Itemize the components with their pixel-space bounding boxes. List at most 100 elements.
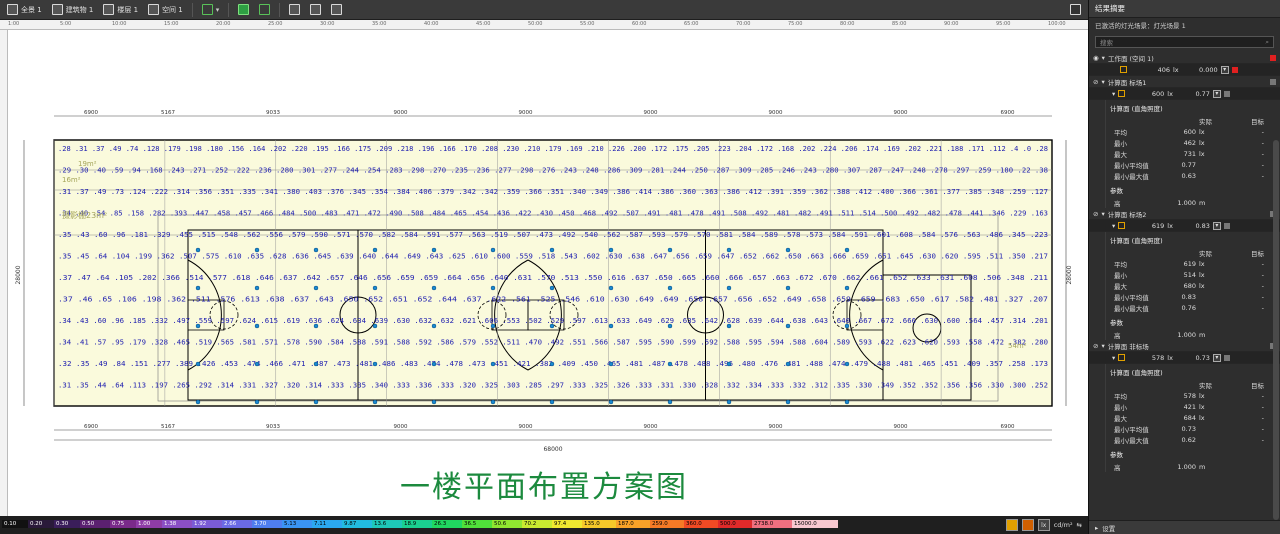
luminaire-point[interactable]: [313, 323, 319, 329]
luminaire-point[interactable]: [195, 247, 201, 253]
luminaire-point[interactable]: [313, 285, 319, 291]
calc-surface-header[interactable]: ⊘ ▾ 计算面 标场2: [1089, 208, 1280, 220]
luminaire-point[interactable]: [844, 399, 850, 405]
luminaire-point[interactable]: [254, 399, 260, 405]
luminaire-point[interactable]: [372, 361, 378, 367]
luminaire-point[interactable]: [195, 399, 201, 405]
luminaire-point[interactable]: [549, 399, 555, 405]
tb-menu[interactable]: [1067, 2, 1084, 18]
bottom-dim-label: 5167: [161, 424, 175, 430]
luminaire-point[interactable]: [785, 361, 791, 367]
unit-lx-button[interactable]: lx: [1037, 519, 1050, 531]
chevron-down-icon[interactable]: ▾: [1102, 54, 1105, 62]
luminaire-point[interactable]: [726, 323, 732, 329]
luminaire-point[interactable]: [608, 323, 614, 329]
luminaire-point[interactable]: [372, 399, 378, 405]
luminaire-point[interactable]: [785, 285, 791, 291]
tb-scene[interactable]: 全景 1: [4, 2, 45, 18]
luminaire-point[interactable]: [431, 247, 437, 253]
luminaire-point[interactable]: [667, 361, 673, 367]
tb-dim[interactable]: [328, 2, 345, 18]
dropdown-icon[interactable]: ▾: [1212, 89, 1221, 98]
luminaire-point[interactable]: [549, 285, 555, 291]
luminaire-point[interactable]: [785, 399, 791, 405]
luminaire-point[interactable]: [490, 361, 496, 367]
search-input[interactable]: 搜索 ⌕: [1095, 36, 1274, 48]
luminaire-point[interactable]: [313, 247, 319, 253]
dropdown-icon[interactable]: ▾: [1212, 353, 1221, 362]
swap-icon[interactable]: ⇆: [1077, 521, 1082, 529]
drawing-canvas[interactable]: .28 .31 .37 .49 .74 .128 .179 .198 .180 …: [8, 30, 1088, 516]
chevron-down-icon[interactable]: ▾: [1101, 78, 1104, 86]
luminaire-point[interactable]: [490, 323, 496, 329]
visibility-icon[interactable]: ⊘: [1093, 210, 1098, 218]
luminaire-point[interactable]: [490, 399, 496, 405]
tb-measure[interactable]: [307, 2, 324, 18]
tb-view-outline[interactable]: ▾: [199, 2, 223, 18]
luminaire-point[interactable]: [372, 323, 378, 329]
visibility-icon[interactable]: ⊘: [1093, 78, 1098, 86]
luminaire-point[interactable]: [372, 285, 378, 291]
dropdown-icon[interactable]: ▾: [1220, 65, 1229, 74]
unit-cd-label[interactable]: cd/m²: [1054, 521, 1073, 529]
panel-footer[interactable]: ▸ 设置: [1089, 520, 1280, 534]
tb-outline-green[interactable]: [256, 2, 273, 18]
chevron-down-icon[interactable]: ▾: [1112, 222, 1115, 230]
luminaire-point[interactable]: [844, 361, 850, 367]
luminaire-point[interactable]: [254, 323, 260, 329]
luminaire-point[interactable]: [549, 361, 555, 367]
luminaire-point[interactable]: [844, 323, 850, 329]
calc-surface-header[interactable]: ⊘ ▾ 计算面 非标场: [1089, 340, 1280, 352]
eye-icon[interactable]: ◉: [1093, 54, 1099, 62]
luminaire-point[interactable]: [608, 285, 614, 291]
luminaire-point[interactable]: [726, 247, 732, 253]
luminaire-point[interactable]: [726, 285, 732, 291]
luminaire-point[interactable]: [313, 361, 319, 367]
luminaire-point[interactable]: [844, 247, 850, 253]
luminaire-point[interactable]: [667, 323, 673, 329]
dropdown-icon[interactable]: ▾: [1212, 221, 1221, 230]
chevron-down-icon[interactable]: ▾: [1112, 354, 1115, 362]
color-scale-icon[interactable]: [1021, 519, 1034, 531]
luminaire-point[interactable]: [195, 361, 201, 367]
luminaire-point[interactable]: [372, 247, 378, 253]
luminaire-point[interactable]: [254, 361, 260, 367]
luminaire-point[interactable]: [313, 399, 319, 405]
luminaire-point[interactable]: [785, 323, 791, 329]
chevron-down-icon[interactable]: ▾: [1101, 210, 1104, 218]
luminaire-point[interactable]: [254, 285, 260, 291]
workplane-row[interactable]: ◉ ▾ 工作面 (空间 1): [1089, 52, 1280, 64]
luminaire-point[interactable]: [549, 247, 555, 253]
tb-fit[interactable]: [286, 2, 303, 18]
chevron-down-icon[interactable]: ▾: [1112, 90, 1115, 98]
luminaire-point[interactable]: [431, 399, 437, 405]
luminaire-point[interactable]: [844, 285, 850, 291]
luminaire-point[interactable]: [490, 247, 496, 253]
luminaire-point[interactable]: [195, 323, 201, 329]
luminaire-point[interactable]: [785, 247, 791, 253]
luminaire-point[interactable]: [254, 247, 260, 253]
luminaire-point[interactable]: [667, 285, 673, 291]
luminaire-point[interactable]: [667, 247, 673, 253]
tb-floor[interactable]: 楼层 1: [100, 2, 141, 18]
gradient-toggle-icon[interactable]: [1005, 519, 1018, 531]
panel-scrollbar[interactable]: [1273, 140, 1279, 520]
calc-surface-header[interactable]: ⊘ ▾ 计算面 标场1: [1089, 76, 1280, 88]
luminaire-point[interactable]: [431, 323, 437, 329]
luminaire-point[interactable]: [431, 285, 437, 291]
visibility-icon[interactable]: ⊘: [1093, 342, 1098, 350]
chevron-down-icon[interactable]: ▾: [1101, 342, 1104, 350]
tb-room[interactable]: 空间 1: [145, 2, 186, 18]
luminaire-point[interactable]: [608, 399, 614, 405]
luminaire-point[interactable]: [608, 361, 614, 367]
tb-fill-green[interactable]: [235, 2, 252, 18]
luminaire-point[interactable]: [667, 399, 673, 405]
luminaire-point[interactable]: [726, 399, 732, 405]
luminaire-point[interactable]: [490, 285, 496, 291]
luminaire-point[interactable]: [549, 323, 555, 329]
luminaire-point[interactable]: [608, 247, 614, 253]
tb-building[interactable]: 建筑物 1: [49, 2, 97, 18]
luminaire-point[interactable]: [726, 361, 732, 367]
luminaire-point[interactable]: [195, 285, 201, 291]
luminaire-point[interactable]: [431, 361, 437, 367]
